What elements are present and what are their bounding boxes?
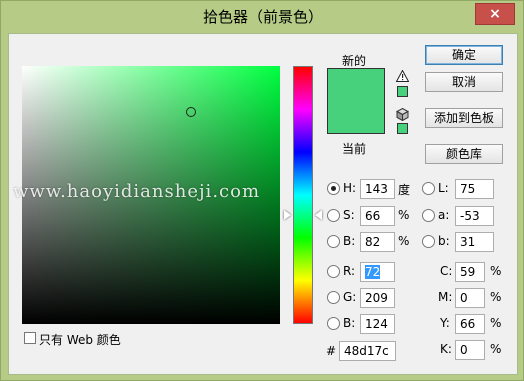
warning-icon[interactable]: [395, 69, 410, 85]
c-unit: %: [490, 264, 502, 278]
s-label: S:: [343, 208, 355, 222]
radio-r[interactable]: [327, 265, 340, 278]
cube-icon[interactable]: [395, 107, 410, 124]
current-color-label: 当前: [342, 142, 367, 156]
g-label: G:: [343, 290, 357, 304]
r-input[interactable]: 72: [360, 262, 395, 282]
watermark-text: www.haoyidiansheji.com: [13, 181, 261, 202]
k-label: K:: [440, 342, 452, 356]
hex-input[interactable]: 48d17c: [339, 341, 396, 361]
k-input[interactable]: 0: [455, 340, 485, 360]
radio-b-hsb[interactable]: [327, 235, 340, 248]
hue-slider[interactable]: [293, 66, 313, 324]
web-safe-swatch[interactable]: [397, 123, 408, 134]
y-label: Y:: [440, 316, 450, 330]
b-rgb-input[interactable]: 124: [360, 314, 395, 334]
r-label: R:: [343, 264, 356, 278]
hue-slider-left-handle[interactable]: [284, 210, 291, 220]
radio-b-lab[interactable]: [422, 235, 435, 248]
gamut-swatch[interactable]: [397, 86, 408, 97]
color-libraries-button[interactable]: 颜色库: [425, 144, 503, 164]
title-bar: 拾色器（前景色）: [1, 1, 524, 33]
radio-g[interactable]: [327, 291, 340, 304]
l-input[interactable]: 75: [455, 179, 494, 199]
b-hsb-input[interactable]: 82: [360, 232, 395, 252]
close-button[interactable]: ×: [475, 3, 515, 25]
radio-a[interactable]: [422, 209, 435, 222]
window-title: 拾色器（前景色）: [202, 8, 323, 26]
a-input[interactable]: -53: [455, 206, 494, 226]
m-label: M:: [438, 290, 453, 304]
y-unit: %: [490, 316, 502, 330]
new-color-label: 新的: [342, 54, 367, 68]
h-unit: 度: [398, 183, 411, 197]
b-rgb-label: B:: [343, 316, 356, 330]
g-input[interactable]: 209: [360, 288, 395, 308]
cancel-button[interactable]: 取消: [425, 72, 503, 92]
b-hsb-label: B:: [343, 234, 356, 248]
ok-button[interactable]: 确定: [425, 45, 503, 65]
l-label: L:: [438, 181, 449, 195]
h-input[interactable]: 143: [360, 179, 395, 199]
radio-l[interactable]: [422, 182, 435, 195]
b-lab-label: b:: [438, 234, 450, 248]
radio-h[interactable]: [327, 182, 340, 195]
s-input[interactable]: 66: [360, 206, 395, 226]
radio-b-rgb[interactable]: [327, 317, 340, 330]
web-colors-label: 只有 Web 颜色: [39, 333, 121, 347]
c-input[interactable]: 59: [455, 262, 485, 282]
color-picker-window: 拾色器（前景色） × 新的 当前 确定 取消 添加到色板 颜色库 H: 143 …: [0, 0, 524, 381]
k-unit: %: [490, 342, 502, 356]
add-to-swatches-button[interactable]: 添加到色板: [425, 108, 503, 128]
color-field-marker[interactable]: [186, 107, 196, 117]
r-value: 72: [365, 265, 381, 279]
new-color-swatch: [327, 68, 385, 101]
b-lab-input[interactable]: 31: [455, 232, 494, 252]
web-colors-checkbox[interactable]: [24, 332, 36, 344]
hex-label: #: [326, 344, 337, 358]
h-label: H:: [343, 181, 357, 195]
current-color-swatch[interactable]: [327, 101, 385, 134]
dialog-client: 新的 当前 确定 取消 添加到色板 颜色库 H: 143 度 S: 66 % B…: [8, 33, 518, 375]
a-label: a:: [438, 208, 450, 222]
hue-slider-right-handle[interactable]: [315, 210, 322, 220]
m-input[interactable]: 0: [455, 288, 485, 308]
b-hsb-unit: %: [398, 234, 410, 248]
y-input[interactable]: 66: [455, 314, 485, 334]
radio-s[interactable]: [327, 209, 340, 222]
c-label: C:: [440, 264, 453, 278]
m-unit: %: [490, 290, 502, 304]
s-unit: %: [398, 208, 410, 222]
